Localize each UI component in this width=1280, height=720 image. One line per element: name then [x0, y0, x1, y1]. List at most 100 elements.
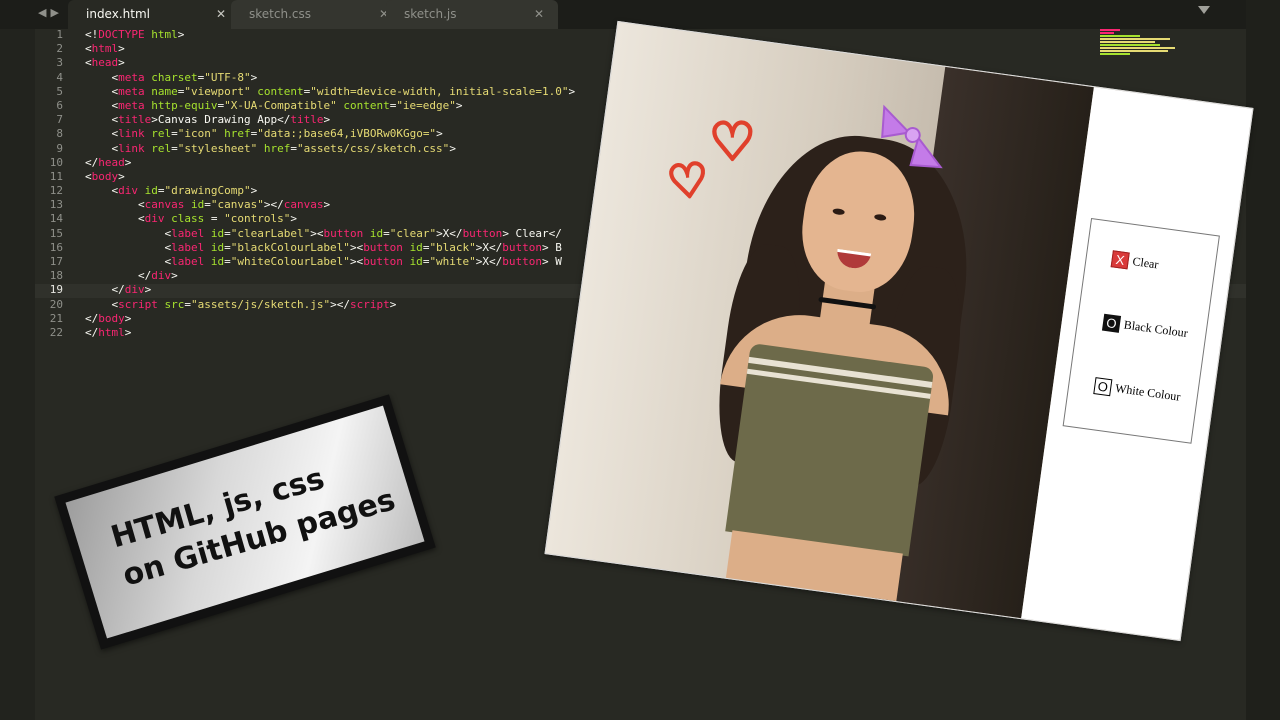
code-token: name — [151, 84, 178, 98]
close-icon[interactable]: ✕ — [534, 7, 544, 21]
code-token: div — [151, 269, 172, 283]
code-token: > — [118, 42, 125, 56]
code-token: > — [124, 325, 132, 339]
code-token: id — [210, 240, 225, 254]
tab-sketch-js[interactable]: sketch.js ✕ — [386, 0, 558, 29]
code-token: "drawingComp" — [164, 184, 251, 198]
code-token: rel — [151, 141, 172, 155]
photo-smile — [835, 248, 872, 271]
code-token: html — [151, 28, 178, 41]
code-token: src — [164, 297, 185, 311]
code-token: head — [91, 56, 119, 70]
line-number: 7 — [56, 113, 63, 127]
code-token: < — [85, 42, 92, 56]
code-token: < — [85, 226, 172, 240]
code-token: > — [124, 311, 132, 325]
forward-arrow-icon[interactable]: ▶ — [50, 6, 62, 19]
code-token: label — [171, 240, 205, 254]
clear-button[interactable]: X — [1110, 250, 1130, 270]
code-token: class — [171, 212, 205, 226]
line-number: 14 — [49, 212, 63, 226]
code-token: > — [250, 184, 258, 198]
black-colour-control[interactable]: O Black Colour — [1101, 313, 1189, 342]
code-token: title — [290, 113, 324, 127]
code-token: "black" — [429, 240, 476, 254]
code-token: button — [462, 226, 503, 240]
black-colour-label: Black Colour — [1123, 317, 1189, 341]
code-token: = — [224, 240, 231, 254]
code-token: > — [177, 28, 185, 41]
code-token: >X</ — [475, 240, 503, 254]
line-number: 18 — [49, 269, 63, 283]
code-token: </ — [85, 269, 152, 283]
code-token: button — [363, 240, 403, 254]
code-token: = — [290, 141, 297, 155]
white-colour-control[interactable]: O White Colour — [1093, 377, 1181, 406]
code-token: id — [144, 184, 158, 198]
code-token: < — [85, 98, 119, 112]
code-token: < — [85, 70, 119, 84]
code-token: < — [85, 297, 119, 311]
code-token: > — [436, 127, 443, 141]
clear-control[interactable]: X Clear — [1110, 250, 1160, 273]
code-token: < — [85, 255, 172, 268]
photo-eye — [832, 207, 845, 216]
code-line[interactable]: <!DOCTYPE html> — [85, 28, 705, 42]
code-token: >< — [349, 240, 364, 254]
code-token: div — [124, 283, 145, 297]
code-token: <! — [85, 28, 99, 41]
tab-label: sketch.js — [404, 7, 457, 21]
code-token: ></ — [263, 198, 284, 212]
code-token: = — [224, 226, 231, 240]
line-number: 10 — [49, 155, 63, 169]
code-token: script — [118, 297, 158, 311]
code-token: div — [144, 212, 165, 226]
code-token: > — [389, 297, 397, 311]
code-token: link — [118, 141, 145, 155]
code-token: > — [323, 198, 331, 212]
code-token: < — [85, 184, 119, 198]
code-token: >X</ — [475, 255, 503, 268]
code-token: id — [190, 198, 205, 212]
back-arrow-icon[interactable]: ◀ — [38, 6, 50, 19]
tab-index-html[interactable]: index.html ✕ — [68, 0, 240, 29]
code-token: "X-UA-Compatible" — [224, 98, 337, 112]
code-token: "UTF-8" — [204, 70, 251, 84]
code-token: "controls" — [224, 212, 291, 226]
line-number: 20 — [49, 297, 63, 311]
code-token: < — [85, 169, 92, 183]
code-token: title — [118, 113, 152, 127]
line-number: 2 — [56, 42, 63, 56]
code-token: "whiteColourLabel" — [230, 255, 350, 268]
minimap[interactable] — [1100, 28, 1190, 72]
code-token: id — [409, 240, 423, 254]
code-token: body — [98, 311, 125, 325]
line-number: 3 — [56, 56, 63, 70]
code-token: button — [502, 255, 543, 268]
black-colour-button[interactable]: O — [1101, 313, 1122, 333]
white-colour-button[interactable]: O — [1093, 377, 1113, 397]
tab-label: index.html — [86, 7, 150, 21]
code-token: > — [290, 212, 297, 226]
app-preview-photo: ♡ ♡ X Clear O Black Colour O White Colou… — [544, 20, 1254, 642]
code-token: div — [118, 184, 138, 198]
bow-icon — [881, 104, 943, 169]
code-token: rel — [151, 127, 172, 141]
close-icon[interactable]: ✕ — [216, 7, 226, 21]
code-token: canvas — [144, 198, 185, 212]
line-number: 5 — [56, 84, 63, 98]
dropdown-icon[interactable] — [1198, 6, 1210, 14]
tab-label: sketch.css — [249, 7, 311, 21]
code-token: content — [343, 98, 390, 112]
code-token: id — [210, 255, 225, 268]
code-token: script — [349, 297, 390, 311]
tab-nav-arrows[interactable]: ◀▶ — [38, 6, 63, 19]
code-token: "assets/css/sketch.css" — [296, 141, 450, 155]
code-token: body — [91, 169, 119, 183]
tab-sketch-css[interactable]: sketch.css ✕ — [231, 0, 403, 29]
left-margin — [0, 0, 35, 720]
